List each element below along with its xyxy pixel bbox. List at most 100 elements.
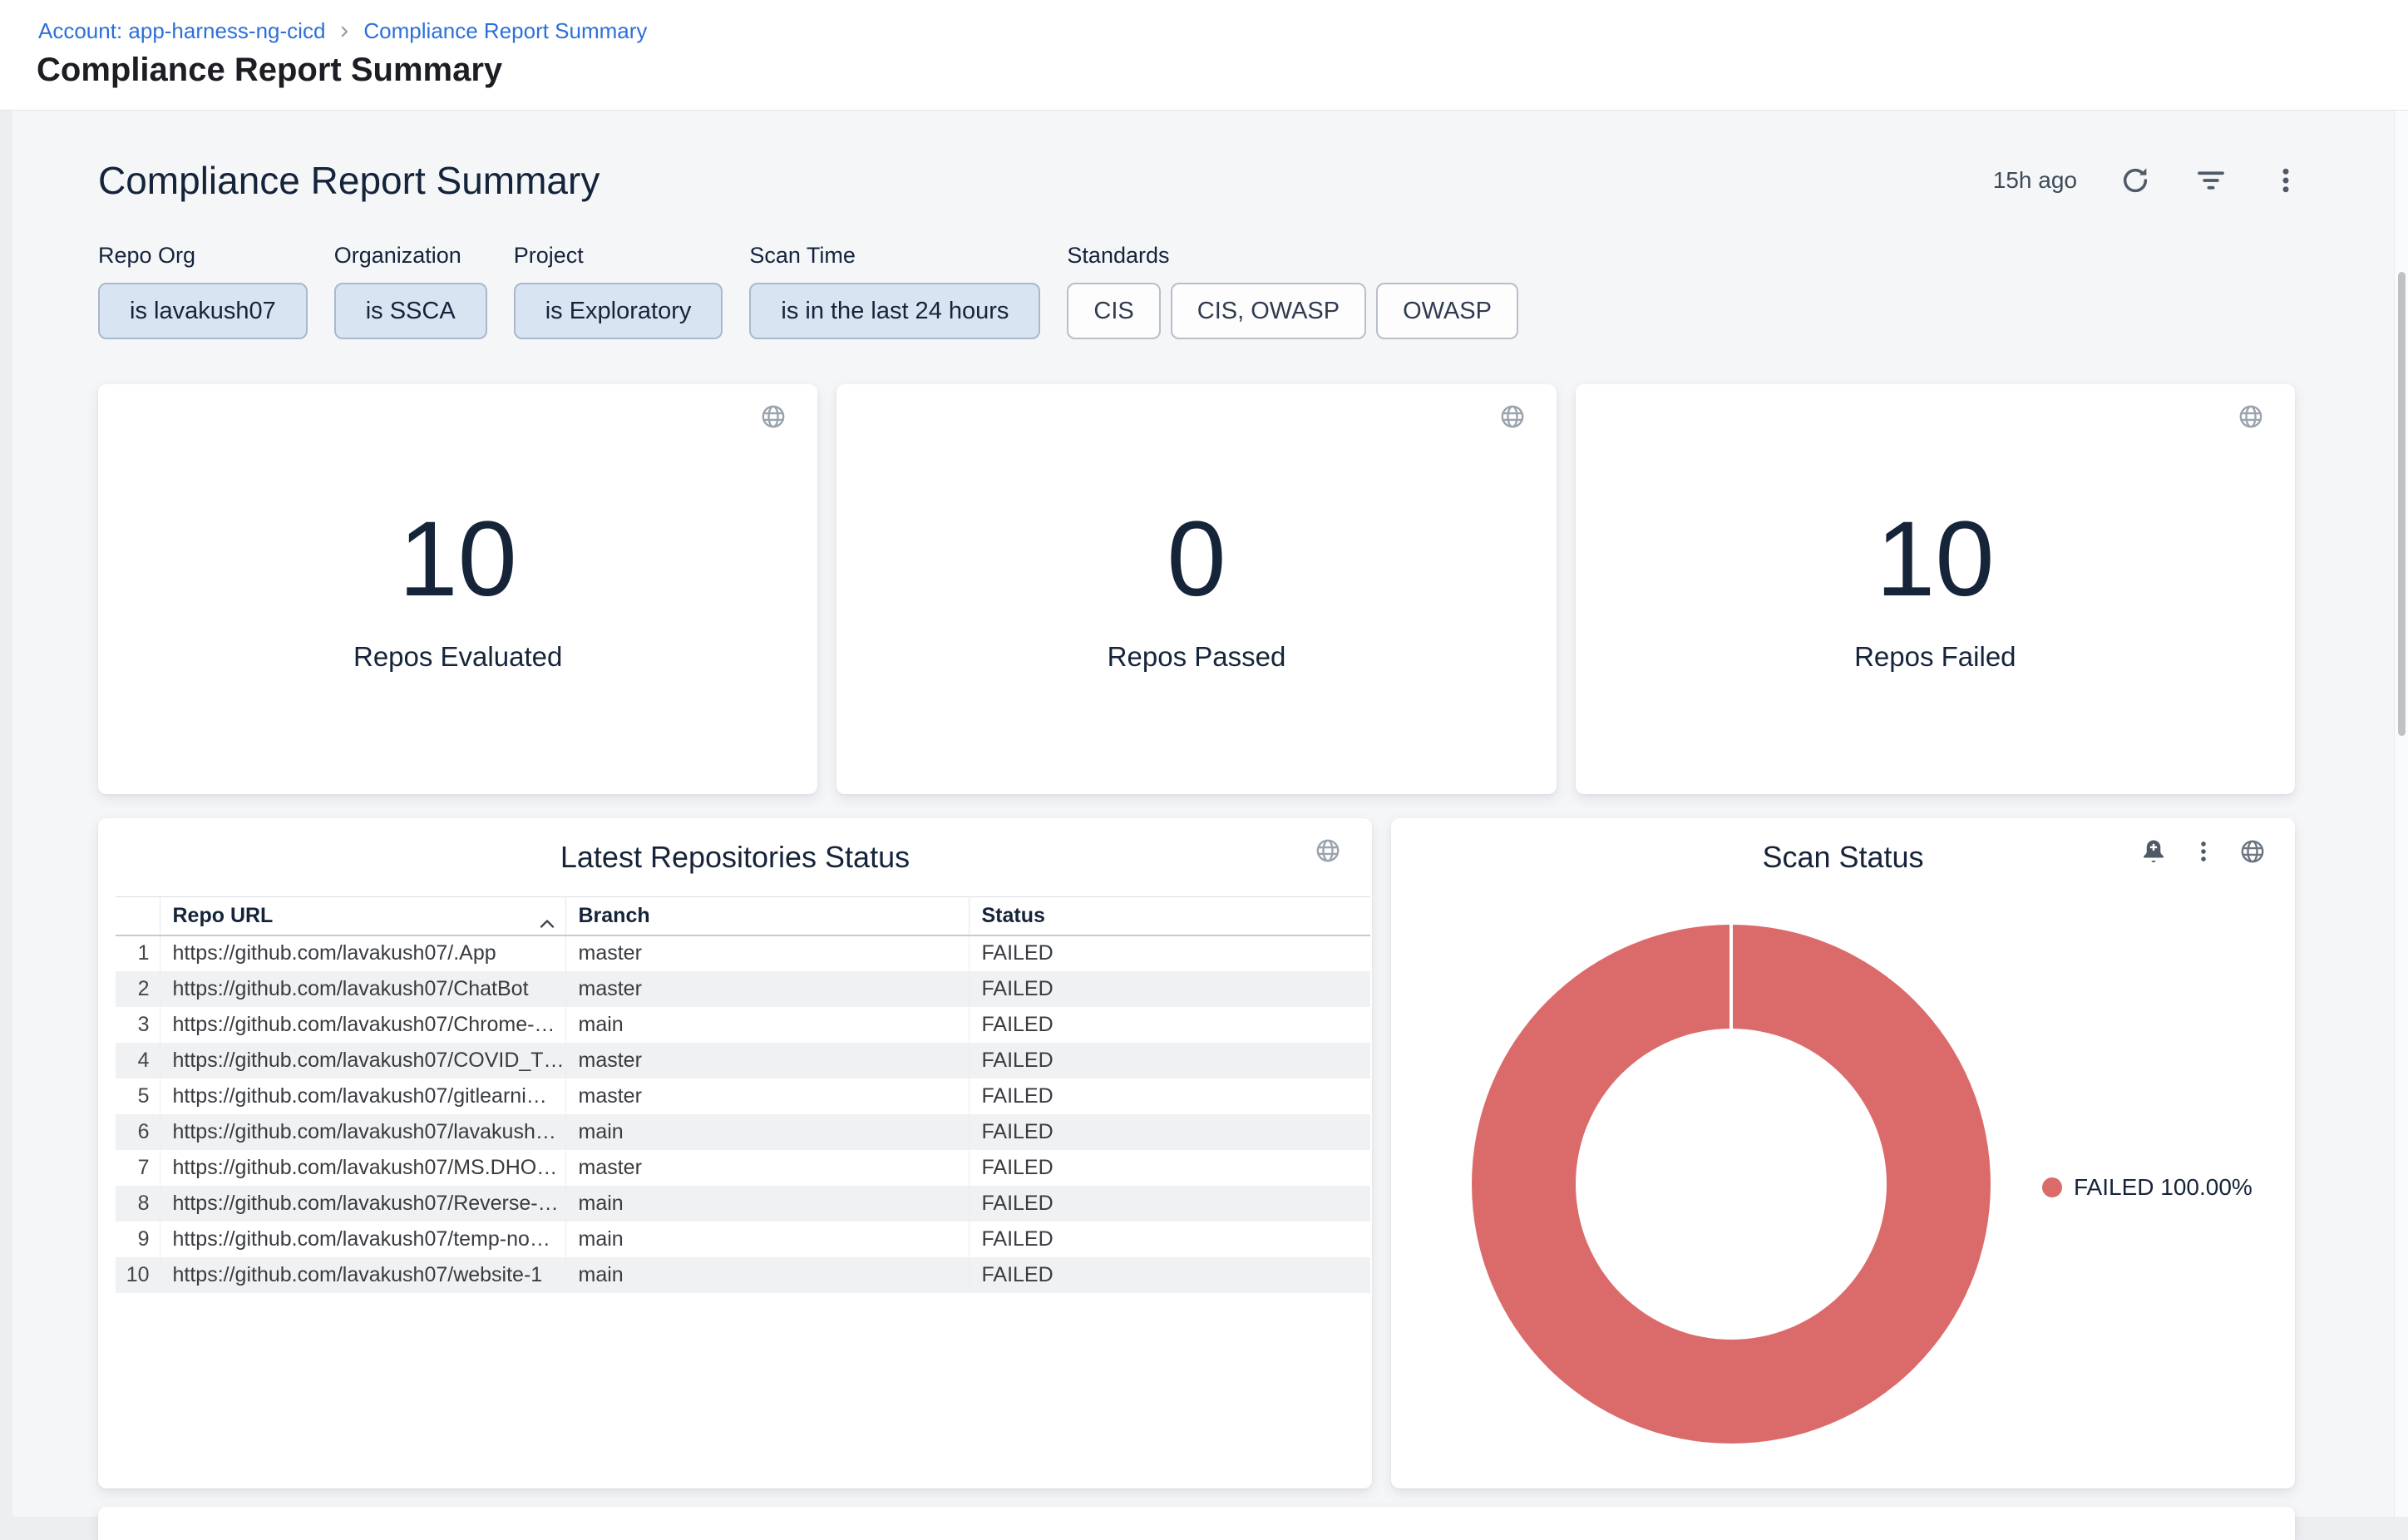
table-row[interactable]: 8https://github.com/lavakush07/Reverse-……: [116, 1186, 1370, 1222]
bell-plus-icon[interactable]: [2139, 837, 2169, 871]
cell-n: 3: [116, 1007, 160, 1043]
filter-icon[interactable]: [2193, 163, 2228, 198]
column-header-index[interactable]: [116, 897, 160, 935]
cell-n: 6: [116, 1114, 160, 1150]
standards-option-cis[interactable]: CIS: [1067, 283, 1160, 339]
cell-branch: main: [565, 1222, 969, 1257]
standards-option-owasp[interactable]: OWASP: [1376, 283, 1518, 339]
globe-icon: [2237, 402, 2265, 435]
cell-status: FAILED: [969, 1114, 1370, 1150]
page-title: Compliance Report Summary: [37, 52, 502, 89]
tile-label: Repos Passed: [1108, 641, 1286, 673]
cell-repo-url: https://github.com/lavakush07/lavakush…: [160, 1114, 565, 1150]
breadcrumb-account-link[interactable]: Account: app-harness-ng-cicd: [38, 18, 325, 44]
cell-repo-url: https://github.com/lavakush07/website-1: [160, 1257, 565, 1293]
cell-status: FAILED: [969, 971, 1370, 1007]
scan-status-card: Scan Status FAILED 100.00%: [1391, 818, 2295, 1488]
legend-label: FAILED 100.00%: [2074, 1174, 2253, 1201]
summary-tiles: 10 Repos Evaluated 0 Repos Passed 10 Repos Fa…: [98, 384, 2295, 794]
last-refresh-time: 15h ago: [1993, 167, 2077, 194]
table-row[interactable]: 6https://github.com/lavakush07/lavakush……: [116, 1114, 1370, 1150]
cell-branch: master: [565, 971, 969, 1007]
cell-repo-url: https://github.com/lavakush07/gitlearni…: [160, 1078, 565, 1114]
globe-icon: [2238, 837, 2267, 870]
donut-ring[interactable]: [1472, 925, 1991, 1444]
cell-status: FAILED: [969, 1007, 1370, 1043]
page-header: Account: app-harness-ng-cicd Compliance …: [0, 0, 2408, 111]
cell-n: 10: [116, 1257, 160, 1293]
filter-label: Project: [514, 243, 723, 269]
globe-icon: [1314, 837, 1342, 869]
cell-n: 5: [116, 1078, 160, 1114]
cell-n: 9: [116, 1222, 160, 1257]
tile-repos-passed: 0 Repos Passed: [836, 384, 1556, 794]
table-body: 1https://github.com/lavakush07/.Appmaste…: [116, 935, 1370, 1293]
table-row[interactable]: 2https://github.com/lavakush07/ChatBotma…: [116, 971, 1370, 1007]
cell-n: 8: [116, 1186, 160, 1222]
cell-status: FAILED: [969, 935, 1370, 971]
column-header-label: Branch: [579, 904, 650, 927]
cell-repo-url: https://github.com/lavakush07/MS.DHO…: [160, 1150, 565, 1186]
tile-value: 0: [1167, 506, 1226, 613]
table-row[interactable]: 3https://github.com/lavakush07/Chrome-…m…: [116, 1007, 1370, 1043]
filter-values: is in the last 24 hours: [749, 283, 1040, 339]
filter-label: Organization: [334, 243, 487, 269]
refresh-icon[interactable]: [2119, 164, 2152, 197]
cell-branch: master: [565, 1078, 969, 1114]
cell-branch: master: [565, 935, 969, 971]
table-row[interactable]: 1https://github.com/lavakush07/.Appmaste…: [116, 935, 1370, 971]
table-row[interactable]: 4https://github.com/lavakush07/COVID_T…m…: [116, 1043, 1370, 1078]
cell-branch: main: [565, 1257, 969, 1293]
chart-legend[interactable]: FAILED 100.00%: [2042, 1174, 2253, 1201]
latest-repositories-card: Latest Repositories Status Repo URL Bran…: [98, 818, 1372, 1488]
filter-bar: Repo Org is lavakush07 Organization is SSCA…: [98, 243, 1518, 339]
breadcrumb-current-link[interactable]: Compliance Report Summary: [363, 18, 647, 44]
tile-label: Repos Evaluated: [353, 641, 562, 673]
cell-repo-url: https://github.com/lavakush07/COVID_T…: [160, 1043, 565, 1078]
table-row[interactable]: 5https://github.com/lavakush07/gitlearni…: [116, 1078, 1370, 1114]
filter-group-project: Project is Exploratory: [514, 243, 723, 339]
cell-n: 4: [116, 1043, 160, 1078]
filter-label: Repo Org: [98, 243, 308, 269]
cell-status: FAILED: [969, 1043, 1370, 1078]
repositories-table: Repo URL Branch Status 1https://github.c…: [116, 896, 1370, 1293]
tile-value: 10: [398, 506, 516, 613]
cell-status: FAILED: [969, 1186, 1370, 1222]
column-header-repo-url[interactable]: Repo URL: [160, 897, 565, 935]
next-card-partial: [98, 1507, 2295, 1540]
cell-repo-url: https://github.com/lavakush07/Chrome-…: [160, 1007, 565, 1043]
filter-chip-project[interactable]: is Exploratory: [514, 283, 723, 339]
column-header-branch[interactable]: Branch: [565, 897, 969, 935]
cell-branch: main: [565, 1007, 969, 1043]
cell-branch: master: [565, 1043, 969, 1078]
table-row[interactable]: 9https://github.com/lavakush07/temp-no…m…: [116, 1222, 1370, 1257]
cell-repo-url: https://github.com/lavakush07/ChatBot: [160, 971, 565, 1007]
tile-repos-evaluated: 10 Repos Evaluated: [98, 384, 817, 794]
table-card-title: Latest Repositories Status: [98, 840, 1372, 875]
tile-label: Repos Failed: [1854, 641, 2016, 673]
cell-repo-url: https://github.com/lavakush07/.App: [160, 935, 565, 971]
filter-group-scan-time: Scan Timeis in the last 24 hours: [749, 243, 1040, 339]
table-row[interactable]: 7https://github.com/lavakush07/MS.DHO…ma…: [116, 1150, 1370, 1186]
tile-repos-failed: 10 Repos Failed: [1576, 384, 2295, 794]
filter-chip-repo-org[interactable]: is lavakush07: [98, 283, 308, 339]
standards-option-cis-owasp[interactable]: CIS, OWASP: [1171, 283, 1366, 339]
filter-chip-organization[interactable]: is SSCA: [334, 283, 487, 339]
column-header-status[interactable]: Status: [969, 897, 1370, 935]
kebab-menu-icon[interactable]: [2270, 165, 2302, 196]
sort-ascending-icon: [539, 911, 555, 935]
scrollbar-thumb[interactable]: [2398, 272, 2406, 736]
filter-values: is lavakush07: [98, 283, 308, 339]
cell-branch: master: [565, 1150, 969, 1186]
table-row[interactable]: 10https://github.com/lavakush07/website-…: [116, 1257, 1370, 1293]
tile-value: 10: [1876, 506, 1994, 613]
cell-repo-url: https://github.com/lavakush07/Reverse-…: [160, 1186, 565, 1222]
scan-card-actions: [2139, 837, 2267, 871]
filter-group-standards: StandardsCISCIS, OWASPOWASP: [1067, 243, 1518, 339]
kebab-menu-icon[interactable]: [2190, 838, 2217, 869]
legend-dot-failed: [2042, 1177, 2062, 1197]
chevron-right-icon: [337, 24, 352, 39]
filter-values: CISCIS, OWASPOWASP: [1067, 283, 1518, 339]
filter-chip-scan-time[interactable]: is in the last 24 hours: [749, 283, 1040, 339]
column-header-label: Status: [982, 904, 1045, 927]
